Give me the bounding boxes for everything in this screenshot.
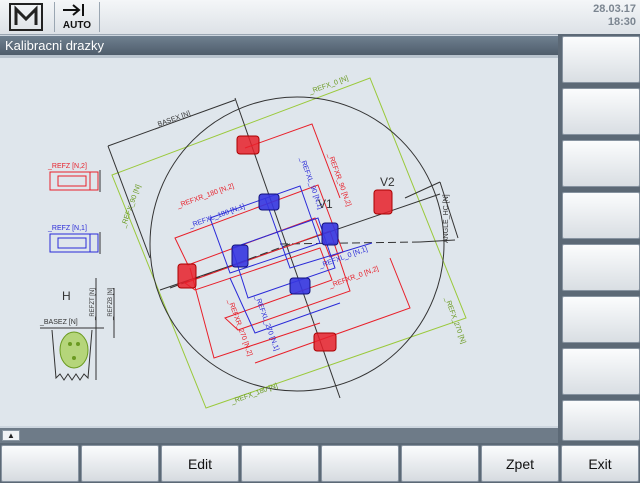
label-base-z: _BASEZ [N] — [39, 319, 78, 326]
label-refz-2: _REFZ [N,2] — [47, 163, 87, 170]
header-bar: AUTO 28.03.17 18:30 — [0, 0, 640, 35]
datetime: 28.03.17 18:30 — [593, 3, 636, 29]
label-refxl-0-1: _REFXL_0 [N,1] — [317, 246, 368, 270]
label-refx-0: _REFX_0 [N] — [307, 75, 349, 96]
edit-button[interactable]: Edit — [161, 445, 239, 482]
label-refx-270: _REFX_270 [N] — [443, 295, 467, 344]
label-base-x: _BASEX [N] — [152, 110, 191, 130]
vertical-softkey-3[interactable] — [562, 140, 640, 187]
window-title: Kalibracni drazky — [5, 38, 104, 53]
softkey-h6[interactable] — [401, 445, 479, 482]
calibration-drawing: _BASEX [N] _REFX_0 [N] _REFX_90 [N] _REF… — [0, 58, 558, 426]
vertical-softkey-2[interactable] — [562, 88, 640, 135]
label-ref-zt: _REFZT [N] — [90, 288, 96, 321]
label-angle: ANGLE_HC [N] — [443, 194, 450, 243]
date-text: 28.03.17 — [593, 3, 636, 15]
status-strip — [0, 428, 558, 443]
window-title-bar: Kalibracni drazky — [0, 36, 558, 55]
softkey-h2[interactable] — [81, 445, 159, 482]
vertical-softkey-6[interactable] — [562, 296, 640, 343]
label-refxr-270-2: _REFXR_270 [N,2] — [226, 297, 253, 357]
label-refx-180: _REFX_180 [N] — [229, 383, 278, 407]
auto-mode-icon: AUTO — [54, 2, 100, 32]
vertical-softkey-1[interactable] — [562, 36, 640, 83]
label-h: H — [62, 289, 71, 303]
back-button[interactable]: Zpet — [481, 445, 559, 482]
vertical-softkey-5[interactable] — [562, 244, 640, 291]
label-ref-zb: _REFZB [N] — [108, 287, 114, 321]
vertical-softkey-7[interactable] — [562, 348, 640, 395]
label-v1: V1 — [318, 197, 333, 211]
vertical-softkey-4[interactable] — [562, 192, 640, 239]
label-refxr-180-2: _REFXR_180 [N,2] — [175, 183, 235, 210]
scroll-up-icon[interactable]: ▲ — [2, 430, 20, 441]
label-refxl-180-1: _REFXL_180 [N,1] — [187, 203, 246, 230]
softkey-h5[interactable] — [321, 445, 399, 482]
machine-logo-icon — [4, 3, 48, 31]
vertical-softkey-8[interactable] — [562, 400, 640, 441]
label-refxr-0-2: _REFXR_0 [N,2] — [327, 265, 379, 290]
mode-label: AUTO — [62, 20, 92, 31]
label-refxl-270-1: _REFXL_270 [N,1] — [253, 293, 280, 352]
label-refz-1: _REFZ [N,1] — [47, 225, 87, 232]
exit-button[interactable]: Exit — [561, 445, 639, 482]
softkey-h1[interactable] — [1, 445, 79, 482]
time-text: 18:30 — [607, 16, 636, 28]
softkey-h4[interactable] — [241, 445, 319, 482]
label-v2: V2 — [380, 175, 395, 189]
